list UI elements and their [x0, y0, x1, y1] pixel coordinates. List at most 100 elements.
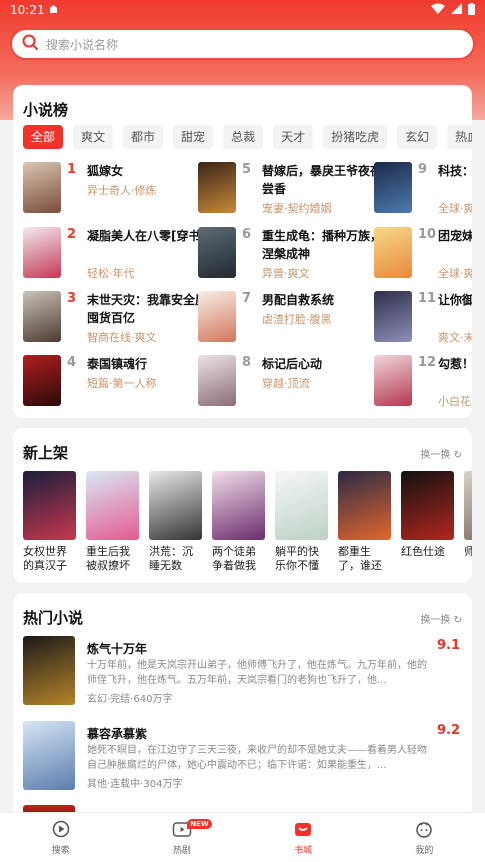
play-circle-icon: [50, 819, 72, 839]
new-badge: NEW: [187, 819, 212, 829]
book-cover: [23, 355, 61, 406]
refresh-button[interactable]: 换一换 ↻: [420, 446, 462, 461]
book-title: 重生后我被叔撩坏了: [86, 545, 130, 572]
book-tags: 智商在线·爽文: [87, 331, 157, 344]
new-arrivals-shelf: 女权世界的真汉子 重生后我被叔撩坏了 洪荒：沉睡无数年，醒 两个徒弟争着做我的 …: [23, 471, 472, 573]
rank-item[interactable]: 10 团宠妹妹是全球大佬 全球·爽文: [374, 227, 472, 283]
tab-all[interactable]: 全部: [23, 125, 64, 149]
search-icon: [22, 34, 38, 54]
book-title: 凝脂美人在八零[穿书]: [87, 229, 206, 243]
book-cover: [374, 162, 412, 213]
nav-search[interactable]: 搜索: [0, 813, 121, 862]
hot-novel-item[interactable]: 炼气十万年 9.1 十万年前，他是天岚宗开山弟子，他师傅飞升了，他在炼气。九万年…: [23, 636, 462, 706]
rank-item[interactable]: 7 男配自救系统 虐渣打脸·腹黑: [198, 291, 398, 347]
book-title: 标记后心动: [262, 357, 323, 371]
shelf-item[interactable]: 女权世界的真汉子: [23, 471, 77, 573]
book-tags: 小白花·病娇: [438, 395, 472, 408]
book-tags: 全球·爽文: [438, 202, 472, 215]
rank-item[interactable]: 3 末世天灾：我靠安全屋囤货百亿 智商在线·爽文: [23, 291, 223, 347]
shelf-item[interactable]: 两个徒弟争着做我的: [212, 471, 266, 573]
tab-shuangwen[interactable]: 爽文: [73, 125, 114, 149]
tab-xuanhuan[interactable]: 玄幻: [397, 125, 438, 149]
rank-number: 12: [418, 355, 437, 370]
book-tags: 虐渣打脸·腹黑: [262, 313, 332, 326]
rank-section: 小说榜 全部 爽文 都市 甜宠 总裁 天才 扮猪吃虎 玄幻 热血 1 狐嫁女 异…: [13, 85, 472, 418]
book-cover: [198, 162, 236, 213]
nav-drama[interactable]: NEW 热剧: [121, 813, 242, 862]
book-title: 两个徒弟争着做我的: [212, 545, 256, 572]
rank-item[interactable]: 2 凝脂美人在八零[穿书] 轻松·年代: [23, 227, 223, 283]
rank-item[interactable]: 9 科技：开局控核聚变 全球·爽文: [374, 162, 472, 218]
book-tags: 短篇·第一人称: [87, 377, 157, 390]
rank-item[interactable]: 1 狐嫁女 异士奇人·修炼: [23, 162, 223, 218]
wifi-icon: [431, 3, 445, 17]
rank-item[interactable]: 11 让你御兽你契约天使 爽文·末世: [374, 291, 472, 347]
rank-number: 11: [418, 291, 437, 306]
rank-number: 6: [242, 227, 252, 242]
tab-rexue[interactable]: 热血: [447, 125, 472, 149]
refresh-label: 换一换: [420, 615, 451, 626]
book-cover: [198, 355, 236, 406]
refresh-label: 换一换: [420, 450, 451, 461]
refresh-icon: ↻: [453, 615, 462, 626]
book-cover: [275, 471, 328, 540]
status-time: 10:21: [10, 3, 45, 17]
book-cover: [23, 721, 75, 790]
book-score: 9.2: [436, 723, 460, 738]
shelf-item[interactable]: 洪荒：沉睡无数年，醒: [149, 471, 203, 573]
hot-novels-section: 热门小说 换一换 ↻ 炼气十万年 9.1 十万年前，他是天岚宗开山弟子，他师傅飞…: [13, 593, 472, 818]
hot-novel-item[interactable]: 慕容承慕紫 9.2 她死不瞑目，在江边守了三天三夜，来收尸的却不是她丈夫——看着…: [23, 721, 462, 791]
book-title: 洪荒：沉睡无数年，醒: [149, 545, 193, 572]
nav-mine[interactable]: 我的: [364, 813, 485, 862]
book-title: 替嫁后，暴戾王爷夜夜尝香: [262, 164, 383, 196]
search-bar[interactable]: 搜索小说名称: [10, 28, 475, 60]
tab-tianchong[interactable]: 甜宠: [173, 125, 214, 149]
book-cover: [23, 291, 61, 342]
tab-tiancai[interactable]: 天才: [273, 125, 314, 149]
rank-item[interactable]: 12 勾惹！让疯批强制爱 小白花·病娇: [374, 355, 472, 411]
battery-icon: [468, 2, 475, 18]
rank-number: 10: [418, 227, 437, 242]
tab-zongcai[interactable]: 总裁: [223, 125, 264, 149]
shelf-item[interactable]: 躺平的快乐你不懂: [275, 471, 329, 573]
book-title: 让你御兽你契约天使: [438, 293, 472, 307]
book-cover: [198, 291, 236, 342]
rank-item[interactable]: 4 泰国镇魂行 短篇·第一人称: [23, 355, 223, 411]
book-title: 科技：开局控核聚变: [438, 164, 472, 178]
book-title: 团宠妹妹是全球大佬: [438, 229, 472, 243]
book-title: 男配自救系统: [262, 293, 335, 307]
user-face-icon: [413, 819, 435, 839]
tab-dushi[interactable]: 都市: [123, 125, 164, 149]
book-title: 师难: [464, 545, 472, 558]
book-score: 9.1: [436, 638, 460, 653]
rank-number: 2: [67, 227, 77, 242]
new-arrivals-title: 新上架: [23, 444, 69, 462]
book-tags: 异兽·爽文: [262, 267, 310, 280]
book-meta: 其他·连载中·304万字: [87, 779, 183, 790]
search-placeholder[interactable]: 搜索小说名称: [46, 36, 118, 53]
rank-item[interactable]: 8 标记后心动 穿越·顶流: [198, 355, 398, 411]
nav-bookstore[interactable]: 书城: [243, 813, 364, 862]
book-title: 狐嫁女: [87, 164, 124, 178]
book-tags: 穿越·顶流: [262, 377, 310, 390]
book-meta: 玄幻·完结·640万字: [87, 694, 173, 705]
shelf-item[interactable]: 都重生了，谁还: [338, 471, 392, 573]
book-title: 都重生了，谁还: [338, 545, 382, 572]
book-title: 勾惹！让疯批强制爱: [438, 357, 472, 371]
book-title: 泰国镇魂行: [87, 357, 148, 371]
shelf-item[interactable]: 重生后我被叔撩坏了: [86, 471, 140, 573]
book-title: 重生成龟：播种万族，涅槃成神: [262, 229, 383, 261]
book-cover: [149, 471, 202, 540]
rank-item[interactable]: 6 重生成龟：播种万族，涅槃成神 异兽·爽文: [198, 227, 398, 283]
refresh-icon: ↻: [453, 450, 462, 461]
rank-number: 3: [67, 291, 77, 306]
tab-banzhu[interactable]: 扮猪吃虎: [323, 125, 388, 149]
signal-icon: [451, 3, 462, 17]
book-title: 躺平的快乐你不懂: [275, 545, 319, 572]
rank-item[interactable]: 5 替嫁后，暴戾王爷夜夜尝香 宠妻·契约婚姻: [198, 162, 398, 218]
book-cover: [401, 471, 454, 540]
shelf-item[interactable]: 红色仕途: [401, 471, 455, 573]
refresh-button[interactable]: 换一换 ↻: [420, 611, 462, 626]
shelf-item[interactable]: 师难: [464, 471, 472, 573]
rank-title: 小说榜: [23, 101, 69, 119]
